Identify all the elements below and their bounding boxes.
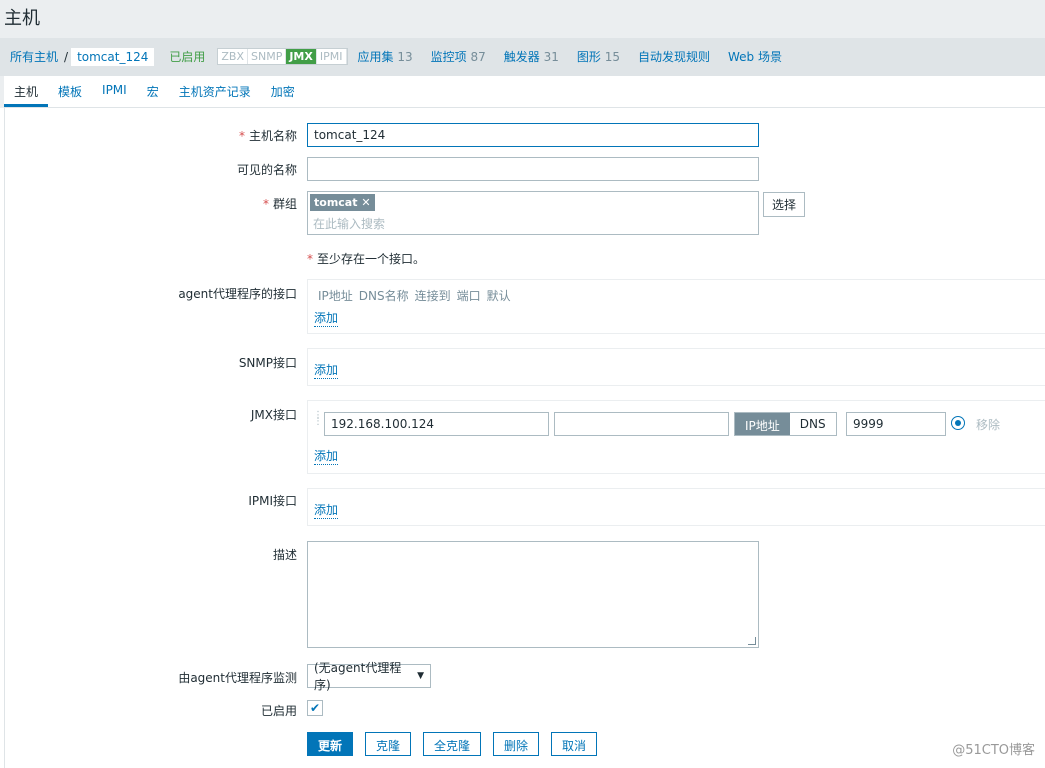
tab-host[interactable]: 主机 (4, 76, 49, 107)
tab-bar: 主机 模板 IPMI 宏 主机资产记录 加密 (4, 76, 1045, 108)
host-name-label: * 主机名称 (238, 129, 297, 143)
tab-encryption[interactable]: 加密 (261, 76, 305, 107)
connect-dns-option[interactable]: DNS (790, 413, 836, 435)
graphs-link[interactable]: 图形 15 (577, 48, 620, 65)
jmx-interfaces-panel: ⋮⋮ IP地址 DNS 移除 添加 (307, 400, 1045, 474)
snmp-interfaces-label: SNMP接口 (238, 356, 297, 370)
breadcrumb-separator: / (64, 49, 69, 64)
visible-name-label: 可见的名称 (236, 163, 297, 177)
agent-interfaces-label: agent代理程序的接口 (178, 287, 297, 301)
groups-label: * 群组 (262, 197, 297, 211)
jmx-dns-input[interactable] (554, 412, 729, 436)
resize-handle-icon[interactable] (748, 637, 756, 645)
items-link[interactable]: 监控项 87 (431, 48, 486, 65)
snmp-badge: SNMP (248, 49, 287, 64)
breadcrumb-current-host[interactable]: tomcat_124 (70, 46, 156, 67)
jmx-connect-to-toggle: IP地址 DNS (734, 412, 837, 436)
description-label: 描述 (272, 548, 297, 562)
ipmi-interfaces-label: IPMI接口 (248, 494, 297, 508)
connect-ip-option[interactable]: IP地址 (735, 413, 790, 435)
add-jmx-interface-link[interactable]: 添加 (314, 447, 339, 465)
groups-search-placeholder[interactable]: 在此输入搜索 (313, 215, 385, 232)
enabled-label: 已启用 (260, 704, 297, 718)
visible-name-input[interactable] (307, 157, 759, 181)
jmx-badge: JMX (286, 49, 317, 64)
tab-macros[interactable]: 宏 (137, 76, 169, 107)
web-scenarios-link[interactable]: Web 场景 (728, 48, 782, 65)
description-textarea[interactable] (307, 541, 759, 648)
add-agent-interface-link[interactable]: 添加 (314, 309, 339, 327)
jmx-port-input[interactable] (846, 412, 946, 436)
add-ipmi-interface-link[interactable]: 添加 (314, 501, 339, 519)
delete-button[interactable]: 删除 (493, 732, 540, 756)
interface-table-header: IP地址 DNS名称 连接到 端口 默认 (318, 289, 511, 303)
breadcrumb-all-hosts[interactable]: 所有主机 (4, 48, 64, 65)
ipmi-badge: IPMI (317, 49, 347, 64)
applications-link[interactable]: 应用集 13 (358, 48, 413, 65)
availability-indicators: ZBX SNMP JMX IPMI (217, 48, 348, 65)
host-status-link[interactable]: 已启用 (163, 48, 211, 65)
update-button[interactable]: 更新 (307, 732, 354, 756)
tab-templates[interactable]: 模板 (48, 76, 92, 107)
watermark: @51CTO博客 (952, 743, 1035, 758)
tab-ipmi[interactable]: IPMI (92, 76, 137, 107)
chevron-down-icon: ▼ (417, 671, 424, 681)
zbx-badge: ZBX (218, 49, 248, 64)
triggers-link[interactable]: 触发器 31 (504, 48, 559, 65)
drag-handle-icon[interactable]: ⋮ ⋮ (313, 411, 323, 433)
ipmi-interfaces-panel: 添加 (307, 488, 1045, 526)
discovery-rules-link[interactable]: 自动发现规则 (638, 48, 710, 65)
breadcrumb: 所有主机 / tomcat_124 已启用 ZBX SNMP JMX IPMI … (0, 38, 1045, 76)
jmx-ip-input[interactable] (324, 412, 549, 436)
proxy-select[interactable]: (无agent代理程序) ▼ (307, 661, 431, 692)
jmx-interfaces-label: JMX接口 (250, 408, 297, 422)
clone-button[interactable]: 克隆 (365, 732, 412, 756)
cancel-button[interactable]: 取消 (551, 732, 598, 756)
agent-interfaces-panel: IP地址 DNS名称 连接到 端口 默认 添加 (307, 279, 1045, 334)
jmx-default-radio[interactable] (951, 416, 965, 430)
host-form: *主机名称 可见的名称 *群组 tomcat ✕ 在此输入搜索 选择 *至少存在… (4, 108, 1045, 768)
page-title: 主机 (4, 8, 40, 29)
remove-tag-icon[interactable]: ✕ (361, 196, 370, 209)
host-name-input[interactable] (307, 123, 759, 147)
full-clone-button[interactable]: 全克隆 (423, 732, 482, 756)
jmx-remove-link[interactable]: 移除 (976, 416, 1000, 433)
select-groups-button[interactable]: 选择 (763, 192, 806, 217)
proxy-label: 由agent代理程序监测 (178, 671, 297, 685)
interface-required-note: * 至少存在一个接口。 (307, 252, 426, 266)
snmp-interfaces-panel: 添加 (307, 348, 1045, 386)
add-snmp-interface-link[interactable]: 添加 (314, 361, 339, 379)
header-area: 主机 所有主机 / tomcat_124 已启用 ZBX SNMP JMX IP… (0, 0, 1045, 108)
checkmark-icon: ✔ (309, 701, 321, 715)
enabled-checkbox[interactable]: ✔ (307, 700, 323, 716)
proxy-selected-value: (无agent代理程序) (314, 661, 402, 692)
tab-inventory[interactable]: 主机资产记录 (169, 76, 261, 107)
group-tag-tomcat: tomcat ✕ (310, 194, 375, 211)
